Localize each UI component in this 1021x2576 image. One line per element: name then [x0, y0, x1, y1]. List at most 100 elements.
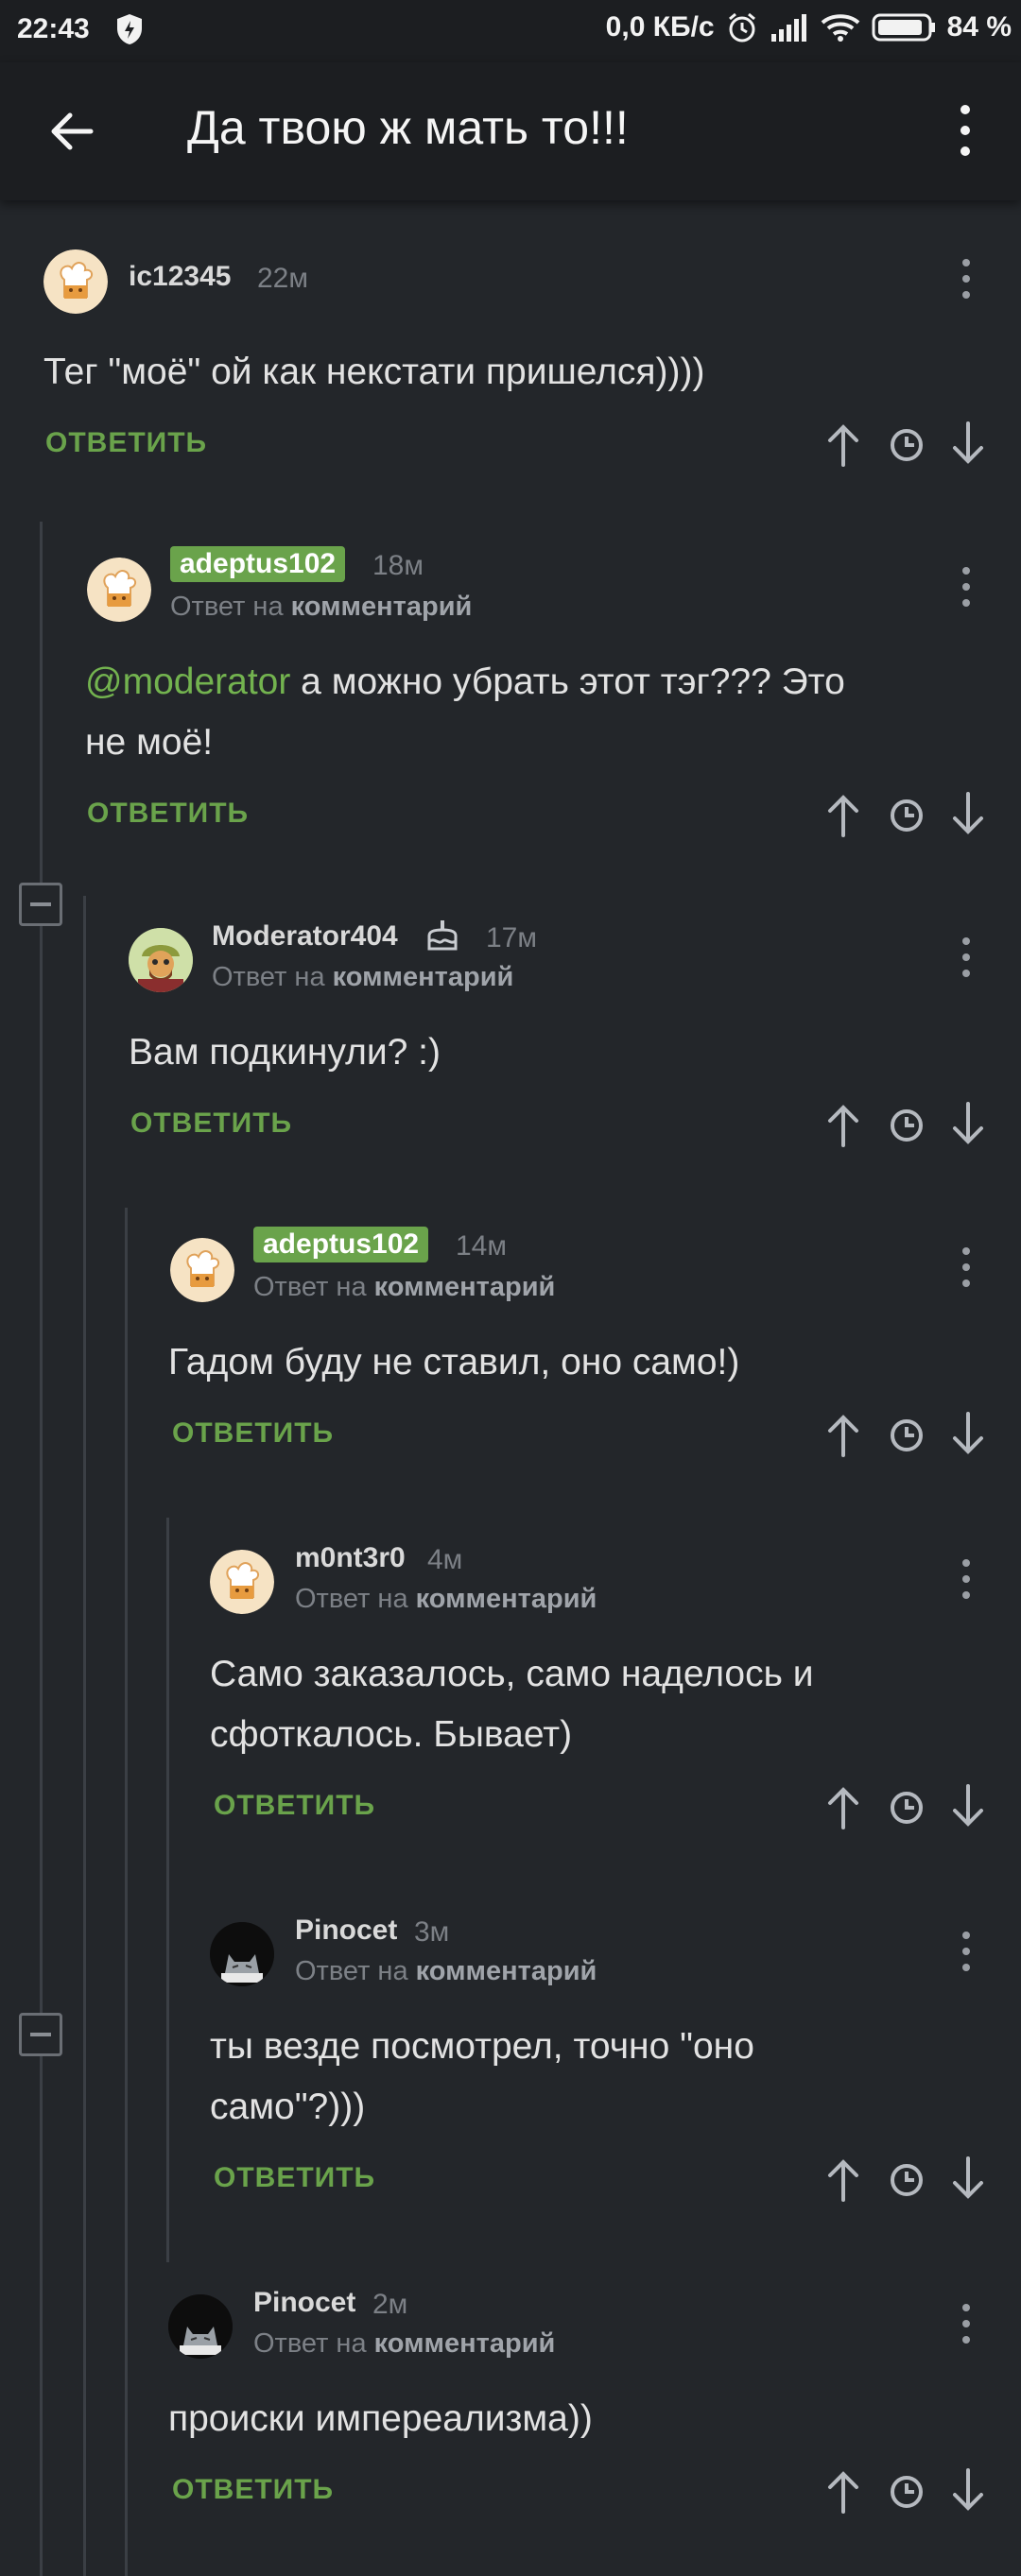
comment: adeptus102 14м Ответ на комментарий Гадо…: [0, 1225, 1021, 1480]
reply-to-label: Ответ на комментарий: [295, 1956, 597, 1986]
comment-menu-icon[interactable]: [957, 1245, 976, 1289]
downvote-icon[interactable]: [949, 2156, 987, 2202]
comment-actions: [824, 2156, 995, 2204]
cat-avatar-icon[interactable]: [210, 1922, 274, 1986]
reply-to-link[interactable]: комментарий: [416, 1956, 597, 1986]
comment-menu-icon[interactable]: [957, 565, 976, 609]
comment-time: 22м: [257, 263, 308, 294]
comment-text: происки импереализма)): [168, 2398, 593, 2439]
comment: m0nt3r0 4м Ответ на комментарий Само зак…: [0, 1537, 1021, 1848]
comment-text: @moderator а можно убрать этот тэг??? Эт…: [85, 661, 845, 763]
comment-username[interactable]: ic12345: [129, 261, 231, 293]
comment-username[interactable]: Pinocet: [295, 1915, 397, 1947]
app-bar: Да твою ж мать то!!!: [0, 62, 1021, 200]
comment-text: Тег "моё" ой как некстати пришелся)))): [43, 352, 705, 392]
reply-to-link[interactable]: комментарий: [416, 1584, 597, 1614]
chef-avatar-icon[interactable]: [87, 558, 151, 622]
reply-to-label: Ответ на комментарий: [212, 962, 514, 992]
downvote-icon[interactable]: [949, 1102, 987, 1147]
comment-username[interactable]: Pinocet: [253, 2287, 355, 2319]
downvote-icon[interactable]: [949, 1784, 987, 1829]
save-later-icon[interactable]: [889, 1417, 925, 1453]
reply-button[interactable]: ОТВЕТИТЬ: [172, 2474, 334, 2506]
status-time: 22:43: [17, 13, 90, 44]
comment-time: 2м: [372, 2289, 408, 2320]
reply-button[interactable]: ОТВЕТИТЬ: [45, 427, 207, 459]
battery-icon: [872, 13, 935, 42]
downvote-icon[interactable]: [949, 421, 987, 467]
reply-to-link[interactable]: комментарий: [374, 2328, 556, 2359]
comment-time: 4м: [427, 1544, 463, 1575]
cake-icon: [427, 920, 458, 951]
comment-actions: [824, 1784, 995, 1831]
comment-username[interactable]: Moderator404: [212, 920, 398, 953]
battery-level: 84 %: [946, 11, 1012, 43]
save-later-icon[interactable]: [889, 2474, 925, 2510]
moderator-avatar-icon[interactable]: [129, 928, 193, 992]
comment-time: 17м: [486, 922, 537, 953]
upvote-icon[interactable]: [824, 2156, 862, 2202]
reply-button[interactable]: ОТВЕТИТЬ: [130, 1108, 292, 1140]
chef-avatar-icon[interactable]: [43, 249, 108, 314]
comment-actions: [824, 421, 995, 469]
comment-text: Само заказалось, само наделось и сфоткало…: [210, 1654, 814, 1755]
comment-time: 3м: [414, 1916, 450, 1948]
reply-to-link[interactable]: комментарий: [374, 1272, 556, 1302]
upvote-icon[interactable]: [824, 1784, 862, 1829]
reply-button[interactable]: ОТВЕТИТЬ: [214, 2162, 375, 2194]
save-later-icon[interactable]: [889, 2162, 925, 2198]
reply-to-label: Ответ на комментарий: [170, 592, 473, 622]
wifi-icon: [821, 14, 859, 42]
save-later-icon[interactable]: [889, 1790, 925, 1826]
save-later-icon[interactable]: [889, 1108, 925, 1143]
comment-menu-icon[interactable]: [957, 2302, 976, 2345]
chef-avatar-icon[interactable]: [170, 1238, 234, 1302]
upvote-icon[interactable]: [824, 2468, 862, 2514]
comment-username[interactable]: m0nt3r0: [295, 1542, 406, 1574]
comment-actions: [824, 1412, 995, 1459]
upvote-icon[interactable]: [824, 792, 862, 837]
reply-to-label: Ответ на комментарий: [253, 1272, 556, 1302]
comment-menu-icon[interactable]: [957, 1557, 976, 1601]
comment-actions: [824, 2468, 995, 2516]
status-bar: 22:43 0,0 КБ/с 84 %: [0, 0, 1021, 62]
save-later-icon[interactable]: [889, 427, 925, 463]
reply-to-label: Ответ на комментарий: [295, 1584, 597, 1614]
chef-avatar-icon[interactable]: [210, 1550, 274, 1614]
comment-time: 14м: [456, 1230, 507, 1262]
upvote-icon[interactable]: [824, 421, 862, 467]
upvote-icon[interactable]: [824, 1102, 862, 1147]
shield-icon: [117, 14, 142, 44]
downvote-icon[interactable]: [949, 1412, 987, 1457]
cat-avatar-icon[interactable]: [168, 2294, 233, 2359]
comment: Pinocet 3м Ответ на комментарий ты везде…: [0, 1909, 1021, 2221]
comment-text: Вам подкинули? :): [129, 1032, 441, 1073]
reply-to-link[interactable]: комментарий: [333, 962, 514, 992]
comment-actions: [824, 792, 995, 839]
comment: adeptus102 18м Ответ на комментарий @mod…: [0, 544, 1021, 856]
downvote-icon[interactable]: [949, 792, 987, 837]
comment-menu-icon[interactable]: [957, 257, 976, 301]
comment-menu-icon[interactable]: [957, 936, 976, 979]
reply-button[interactable]: ОТВЕТИТЬ: [214, 1790, 375, 1822]
comment-time: 18м: [372, 550, 424, 581]
comment: Moderator404 17м Ответ на комментарий Ва…: [0, 915, 1021, 1170]
post-title: Да твою ж мать то!!!: [187, 101, 629, 154]
overflow-menu-icon[interactable]: [949, 100, 981, 161]
reply-button[interactable]: ОТВЕТИТЬ: [172, 1417, 334, 1450]
comment-username[interactable]: adeptus102: [253, 1227, 429, 1262]
reply-to-link[interactable]: комментарий: [291, 592, 473, 622]
save-later-icon[interactable]: [889, 798, 925, 833]
comment-menu-icon[interactable]: [957, 1930, 976, 1973]
upvote-icon[interactable]: [824, 1412, 862, 1457]
back-arrow-icon[interactable]: [43, 102, 102, 161]
mention-link[interactable]: @moderator: [85, 661, 290, 702]
comment-username[interactable]: adeptus102: [170, 546, 346, 582]
downvote-icon[interactable]: [949, 2468, 987, 2514]
reply-to-label: Ответ на комментарий: [253, 2328, 556, 2359]
comment-text: ты везде посмотрел, точно "оно само"?))): [210, 2026, 754, 2127]
comment: ic12345 22м Тег "моё" ой как некстати пр…: [0, 236, 1021, 501]
reply-button[interactable]: ОТВЕТИТЬ: [87, 798, 249, 830]
comment-actions: [824, 1102, 995, 1149]
comment: Pinocet 2м Ответ на комментарий происки …: [0, 2281, 1021, 2546]
